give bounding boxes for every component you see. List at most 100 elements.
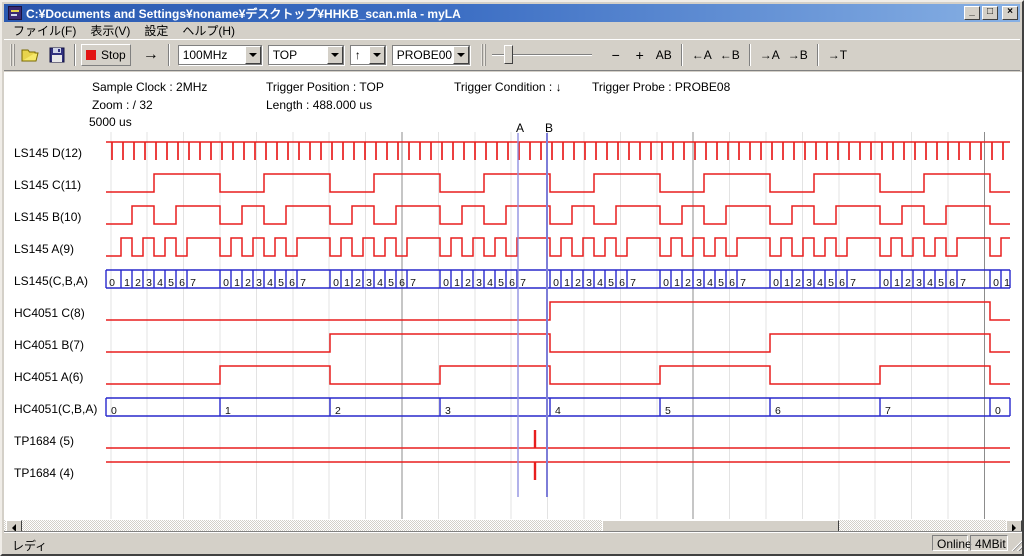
svg-text:5: 5 <box>828 277 834 289</box>
minimize-icon: _ <box>969 7 975 17</box>
svg-text:4: 4 <box>377 277 383 289</box>
minimize-button[interactable]: _ <box>964 6 980 20</box>
zoom-slider[interactable] <box>492 44 592 66</box>
sample-clock-select[interactable]: 100MHz <box>178 45 262 65</box>
zoom-ab-label: AB <box>656 48 672 62</box>
svg-text:1: 1 <box>234 277 240 289</box>
svg-text:7: 7 <box>410 277 416 289</box>
svg-text:7: 7 <box>960 277 966 289</box>
svg-text:2: 2 <box>795 277 801 289</box>
svg-text:1: 1 <box>344 277 350 289</box>
close-button[interactable]: × <box>1002 6 1018 20</box>
save-file-button[interactable] <box>45 44 69 66</box>
svg-text:1: 1 <box>454 277 460 289</box>
svg-text:4: 4 <box>555 405 561 417</box>
svg-text:3: 3 <box>256 277 262 289</box>
dropdown-arrow-icon[interactable] <box>327 46 343 64</box>
status-memory: 4MBit <box>970 535 1008 551</box>
svg-text:0: 0 <box>773 277 779 289</box>
zoom-slider-thumb[interactable] <box>504 45 513 64</box>
svg-text:4: 4 <box>707 277 713 289</box>
svg-text:3: 3 <box>806 277 812 289</box>
svg-text:1: 1 <box>894 277 900 289</box>
move-b-right-button[interactable]: →B <box>784 44 812 66</box>
svg-text:6: 6 <box>949 277 955 289</box>
waveform-hc4051-a-6- <box>106 366 1010 384</box>
svg-text:4: 4 <box>157 277 163 289</box>
cursors <box>518 133 547 497</box>
status-ready: レディ <box>12 537 47 554</box>
zoom-ab-button[interactable]: AB <box>652 44 676 66</box>
status-bar: レディ Online 4MBit <box>4 532 1024 552</box>
zoom-in-button[interactable]: + <box>628 44 652 66</box>
svg-text:1: 1 <box>124 277 130 289</box>
trigger-probe-select[interactable]: PROBE00 <box>392 45 470 65</box>
resize-grip[interactable] <box>1010 538 1023 551</box>
svg-text:3: 3 <box>476 277 482 289</box>
svg-text:7: 7 <box>630 277 636 289</box>
open-file-button[interactable] <box>17 44 45 66</box>
waveform-hc4051-b-7- <box>106 334 1010 352</box>
waveform-ls145-d-12- <box>106 142 1010 160</box>
app-icon <box>8 6 22 20</box>
svg-text:3: 3 <box>586 277 592 289</box>
svg-text:0: 0 <box>553 277 559 289</box>
toolbar-grip <box>10 44 15 66</box>
svg-text:5: 5 <box>665 405 671 417</box>
svg-text:2: 2 <box>135 277 141 289</box>
menu-view[interactable]: 表示(V) <box>83 21 137 40</box>
svg-text:1: 1 <box>564 277 570 289</box>
svg-text:3: 3 <box>916 277 922 289</box>
dropdown-arrow-icon[interactable] <box>453 46 469 64</box>
menu-help[interactable]: ヘルプ(H) <box>175 21 242 40</box>
menu-file[interactable]: ファイル(F) <box>6 21 83 40</box>
move-a-left-label: ←A <box>692 48 712 62</box>
window-title: C:¥Documents and Settings¥noname¥デスクトップ¥… <box>26 5 962 22</box>
goto-trigger-button[interactable]: →T <box>824 44 851 66</box>
svg-text:3: 3 <box>696 277 702 289</box>
status-online: Online <box>932 535 968 551</box>
move-a-right-button[interactable]: →A <box>756 44 784 66</box>
svg-text:0: 0 <box>111 405 117 417</box>
app-window: C:¥Documents and Settings¥noname¥デスクトップ¥… <box>0 0 1024 556</box>
svg-text:5: 5 <box>938 277 944 289</box>
stop-button[interactable]: Stop <box>81 44 131 66</box>
svg-text:2: 2 <box>465 277 471 289</box>
waveform-ls145-a-9- <box>106 238 1010 256</box>
zoom-out-button[interactable]: − <box>604 44 628 66</box>
svg-text:6: 6 <box>289 277 295 289</box>
svg-text:7: 7 <box>885 405 891 417</box>
menu-bar: ファイル(F) 表示(V) 設定 ヘルプ(H) <box>4 22 1020 39</box>
save-floppy-icon <box>49 47 65 63</box>
svg-text:0: 0 <box>663 277 669 289</box>
svg-text:0: 0 <box>993 277 999 289</box>
svg-text:1: 1 <box>784 277 790 289</box>
trigger-edge-value: ↑ <box>351 46 369 64</box>
svg-text:0: 0 <box>443 277 449 289</box>
trigger-position-value: TOP <box>269 46 327 64</box>
dropdown-arrow-icon[interactable] <box>369 46 385 64</box>
run-button[interactable]: → <box>139 44 163 66</box>
dropdown-arrow-icon[interactable] <box>245 46 261 64</box>
svg-text:3: 3 <box>366 277 372 289</box>
svg-text:3: 3 <box>146 277 152 289</box>
svg-text:5: 5 <box>608 277 614 289</box>
waveform-ls145-c-b-a-: 0123456701234567012345670123456701234567… <box>106 270 1010 289</box>
svg-text:4: 4 <box>817 277 823 289</box>
trigger-position-select[interactable]: TOP <box>268 45 344 65</box>
maximize-icon: □ <box>987 7 993 17</box>
move-a-left-button[interactable]: ←A <box>688 44 716 66</box>
trigger-edge-select[interactable]: ↑ <box>350 45 386 65</box>
svg-text:6: 6 <box>729 277 735 289</box>
svg-text:5: 5 <box>718 277 724 289</box>
svg-text:0: 0 <box>995 405 1001 417</box>
svg-text:7: 7 <box>740 277 746 289</box>
move-b-left-label: ←B <box>720 48 740 62</box>
close-icon: × <box>1007 7 1013 17</box>
toolbar-separator <box>74 44 76 66</box>
maximize-button[interactable]: □ <box>982 6 998 20</box>
svg-text:6: 6 <box>179 277 185 289</box>
move-a-right-label: →A <box>760 48 780 62</box>
menu-settings[interactable]: 設定 <box>137 21 175 40</box>
move-b-left-button[interactable]: ←B <box>716 44 744 66</box>
